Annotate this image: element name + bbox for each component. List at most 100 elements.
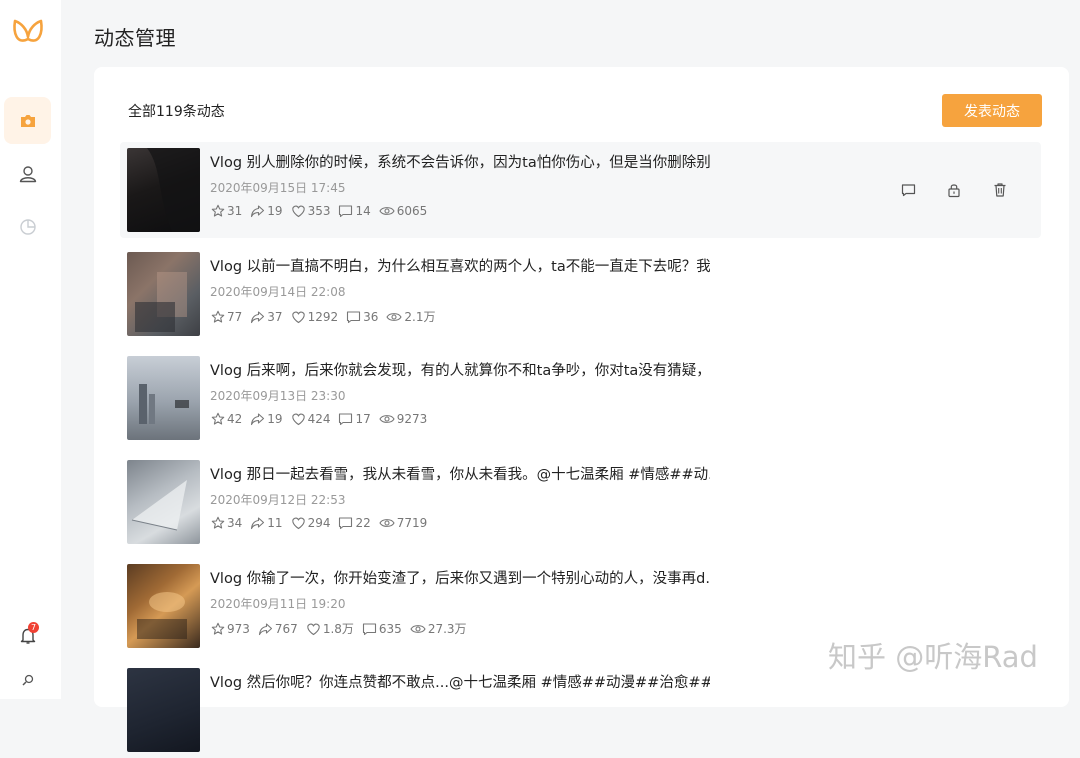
views-stat: 27.3万 [410, 620, 467, 637]
post-actions [900, 182, 1038, 198]
post-thumbnail[interactable] [127, 460, 200, 544]
post-count-label: 全部119条动态 [128, 104, 225, 120]
shares-count: 11 [267, 516, 283, 530]
comments-count: 635 [378, 621, 402, 636]
lock-icon [948, 184, 960, 198]
post-item[interactable]: Vlog 后来啊，后来你就会发现，有的人就算你不和ta争吵，你对ta没有猜疑，.… [120, 350, 1041, 446]
post-title[interactable]: Vlog 后来啊，后来你就会发现，有的人就算你不和ta争吵，你对ta没有猜疑，.… [210, 359, 710, 380]
eye-icon [379, 415, 395, 423]
heart-icon [307, 623, 320, 635]
shares-stat: 19 [250, 412, 283, 426]
comment-button[interactable] [900, 182, 916, 198]
shares-count: 19 [267, 204, 283, 218]
eye-icon [379, 519, 395, 527]
notification-badge: 7 [28, 622, 39, 633]
post-stats: 34 11 294 22 7719 [211, 516, 435, 530]
star-icon [211, 204, 225, 217]
likes-stat: 1.8万 [306, 620, 354, 637]
dynamics-card: 全部119条动态 发表动态 Vlog 别人删除你的时候，系统不会告诉你，因为ta… [94, 67, 1069, 752]
share-icon [251, 413, 265, 426]
watermark: 知乎 @听海Rad [828, 640, 1038, 674]
favorites-stat: 973 [211, 622, 250, 636]
post-item[interactable]: Vlog 以前一直搞不明白，为什么相互喜欢的两个人，ta不能一直走下去呢？我..… [120, 246, 1041, 342]
post-stats: 973 767 1.8万 635 27.3万 [211, 620, 475, 637]
sidebar-item-users[interactable] [4, 150, 51, 197]
lock-button[interactable] [946, 182, 962, 198]
post-thumbnail[interactable] [127, 356, 200, 440]
comments-count: 36 [363, 309, 379, 324]
post-item[interactable]: Vlog 然后你呢？你连点赞都不敢点...@十七温柔厢 #情感##动漫##治愈#… [120, 662, 1041, 758]
camera-icon [20, 114, 35, 127]
post-item[interactable]: Vlog 别人删除你的时候，系统不会告诉你，因为ta怕你伤心，但是当你删除别..… [120, 142, 1041, 238]
pie-chart-icon [19, 218, 36, 235]
comment-icon [339, 413, 353, 426]
publish-post-button[interactable]: 发表动态 [942, 94, 1042, 127]
sidebar-notifications[interactable] [4, 612, 51, 659]
favorites-stat: 31 [211, 204, 242, 218]
favorites-count: 34 [227, 516, 243, 530]
favorites-stat: 42 [211, 412, 242, 426]
shares-count: 37 [267, 309, 283, 324]
views-stat: 6065 [379, 204, 427, 218]
likes-stat: 294 [291, 516, 331, 530]
post-thumbnail[interactable] [127, 252, 200, 336]
star-icon [211, 622, 225, 635]
eye-icon [386, 312, 403, 321]
post-thumbnail[interactable] [127, 564, 200, 648]
likes-stat: 353 [291, 204, 330, 218]
share-icon [258, 622, 272, 635]
heart-icon [291, 205, 305, 218]
comment-icon [339, 205, 353, 218]
user-icon [19, 165, 36, 182]
shares-stat: 767 [258, 622, 298, 636]
eye-icon [379, 207, 395, 215]
shares-stat: 11 [250, 516, 283, 530]
sidebar-item-stats[interactable] [4, 203, 51, 250]
comment-icon [901, 184, 915, 197]
post-title[interactable]: Vlog 别人删除你的时候，系统不会告诉你，因为ta怕你伤心，但是当你删除别..… [210, 151, 710, 172]
comments-stat: 22 [338, 516, 371, 530]
heart-icon [291, 517, 305, 530]
sidebar-item-settings[interactable] [4, 662, 51, 697]
likes-count: 1292 [307, 309, 339, 324]
shares-count: 767 [274, 621, 298, 636]
post-date: 2020年09月12日 22:53 [210, 493, 346, 507]
likes-count: 1.8万 [322, 622, 354, 636]
likes-stat: 424 [291, 412, 331, 426]
post-title[interactable]: Vlog 那日一起去看雪，我从未看雪，你从未看我。@十七温柔厢 #情感##动..… [210, 463, 710, 484]
settings-icon [21, 674, 33, 686]
star-icon [211, 412, 225, 425]
post-date: 2020年09月14日 22:08 [210, 285, 346, 299]
post-title[interactable]: Vlog 以前一直搞不明白，为什么相互喜欢的两个人，ta不能一直走下去呢？我..… [210, 255, 710, 276]
shares-count: 19 [267, 412, 283, 426]
share-icon [251, 205, 265, 218]
eye-icon [410, 624, 426, 633]
heart-icon [291, 311, 305, 323]
views-stat: 9273 [379, 412, 427, 426]
butterfly-logo-icon [13, 19, 43, 42]
views-count: 2.1万 [404, 310, 436, 324]
favorites-stat: 77 [211, 310, 242, 324]
comments-count: 14 [355, 204, 371, 218]
share-icon [251, 517, 265, 530]
likes-count: 294 [307, 516, 331, 530]
post-title[interactable]: Vlog 然后你呢？你连点赞都不敢点...@十七温柔厢 #情感##动漫##治愈#… [210, 671, 710, 692]
page-title: 动态管理 [94, 26, 176, 50]
post-date: 2020年09月13日 23:30 [210, 389, 346, 403]
post-thumbnail[interactable] [127, 668, 200, 752]
post-thumbnail[interactable] [127, 148, 200, 232]
favorites-count: 31 [227, 204, 243, 218]
comments-stat: 14 [338, 204, 371, 218]
post-stats: 31 19 353 14 6065 [211, 204, 435, 218]
comment-icon [362, 622, 376, 635]
post-title[interactable]: Vlog 你输了一次，你开始变渣了，后来你又遇到一个特别心动的人，没事再d... [210, 567, 710, 588]
sidebar-item-dynamics[interactable] [4, 97, 51, 144]
likes-count: 424 [307, 412, 331, 426]
sidebar: 7 [0, 0, 61, 699]
views-stat: 7719 [379, 516, 427, 530]
comments-count: 17 [355, 412, 371, 426]
comments-stat: 635 [362, 622, 402, 636]
post-item[interactable]: Vlog 那日一起去看雪，我从未看雪，你从未看我。@十七温柔厢 #情感##动..… [120, 454, 1041, 550]
post-date: 2020年09月11日 19:20 [210, 597, 346, 611]
delete-button[interactable] [992, 182, 1008, 198]
